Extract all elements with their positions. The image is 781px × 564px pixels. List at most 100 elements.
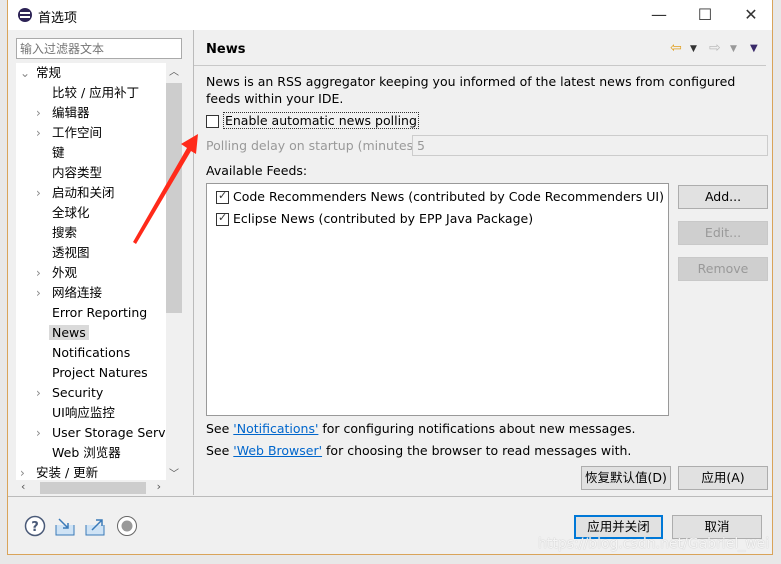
chevron-right-icon[interactable]: › <box>36 283 48 303</box>
tree-item[interactable]: › 编辑器 <box>36 103 90 123</box>
feed-item[interactable]: Code Recommenders News (contributed by C… <box>216 189 664 204</box>
tree-item[interactable]: 全球化 <box>52 203 90 223</box>
feed-label: Eclipse News (contributed by EPP Java Pa… <box>232 211 534 226</box>
tree-item-label: Error Reporting <box>52 305 148 320</box>
tree-item-label: 常规 <box>36 65 62 80</box>
preferences-dialog: 首选项 — ☐ ✕ ⌄ 常规比较 / 应用补丁 › 编辑器 › 工作空间键内容类型 › 启动和… <box>7 0 773 555</box>
tree-item[interactable]: Notifications <box>52 343 130 363</box>
tree-item[interactable]: Project Natures <box>52 363 148 383</box>
tree-item[interactable]: 搜索 <box>52 223 77 243</box>
remove-button[interactable]: Remove <box>678 257 768 281</box>
close-button[interactable]: ✕ <box>736 4 766 26</box>
tree-horizontal-scrollbar[interactable]: ‹ › <box>16 480 166 496</box>
chevron-right-icon[interactable]: › <box>36 123 48 143</box>
page-title: News <box>206 42 246 57</box>
scroll-up-icon[interactable]: ︿ <box>169 63 179 78</box>
back-icon[interactable]: ⇦ <box>670 40 682 56</box>
news-page: News ⇦ ▼ ⇨ ▼ ▼ News is an RSS aggregator… <box>194 30 774 495</box>
tree-item-label: Notifications <box>52 345 131 360</box>
tree-item[interactable]: › 安装 / 更新 <box>20 463 99 480</box>
scroll-right-icon[interactable]: › <box>157 480 161 493</box>
tree-item[interactable]: ⌄ 常规 <box>20 63 62 83</box>
tree-item[interactable]: › 外观 <box>36 263 78 283</box>
eclipse-icon <box>18 8 32 22</box>
tree-item-label: 外观 <box>52 265 78 280</box>
delay-label: Polling delay on startup (minutes): <box>206 138 423 153</box>
tree-item[interactable]: › 启动和关闭 <box>36 183 115 203</box>
add-button[interactable]: Add... <box>678 185 768 209</box>
tree-item-label: UI响应监控 <box>52 405 115 420</box>
tree-item-label: 网络连接 <box>52 285 103 300</box>
restore-defaults-button[interactable]: 恢复默认值(D) <box>581 466 671 490</box>
scroll-down-icon[interactable]: ﹀ <box>169 465 179 480</box>
tree-item-label: Project Natures <box>52 365 148 380</box>
chevron-right-icon[interactable]: › <box>36 383 48 403</box>
feed-item[interactable]: Eclipse News (contributed by EPP Java Pa… <box>216 211 533 226</box>
tree-item-label: Security <box>52 385 104 400</box>
title-bar: 首选项 — ☐ ✕ <box>8 0 772 30</box>
tree-item[interactable]: 比较 / 应用补丁 <box>52 83 139 103</box>
edit-button[interactable]: Edit... <box>678 221 768 245</box>
chevron-right-icon[interactable]: › <box>36 263 48 283</box>
annotation-arrow <box>133 134 198 244</box>
tree-item[interactable]: › User Storage Servic <box>36 423 166 443</box>
tree-item[interactable]: › 网络连接 <box>36 283 103 303</box>
scroll-thumb[interactable] <box>40 482 146 494</box>
chevron-down-icon[interactable]: ⌄ <box>20 63 32 83</box>
maximize-button[interactable]: ☐ <box>690 4 720 26</box>
minimize-button[interactable]: — <box>644 4 674 26</box>
web-browser-link[interactable]: 'Web Browser' <box>233 443 322 458</box>
chevron-right-icon[interactable]: › <box>36 183 48 203</box>
chevron-right-icon[interactable]: › <box>36 423 48 443</box>
notifications-hint: See 'Notifications' for configuring noti… <box>206 421 636 436</box>
tree-item-label: 键 <box>52 145 65 160</box>
tree-item[interactable]: 键 <box>52 143 65 163</box>
view-menu-icon[interactable]: ▼ <box>750 43 758 54</box>
tree-item[interactable]: UI响应监控 <box>52 403 115 423</box>
tree-item-label: 工作空间 <box>52 125 103 140</box>
tree-item[interactable]: Web 浏览器 <box>52 443 121 463</box>
tree-item[interactable]: News <box>49 323 89 343</box>
filter-input[interactable] <box>16 38 182 59</box>
back-menu-icon[interactable]: ▼ <box>690 44 697 54</box>
feeds-list: Code Recommenders News (contributed by C… <box>206 183 669 416</box>
feed-label: Code Recommenders News (contributed by C… <box>232 189 664 204</box>
scroll-left-icon[interactable]: ‹ <box>21 480 25 493</box>
tree-item-label: 安装 / 更新 <box>36 465 99 480</box>
delay-input[interactable]: 5 <box>412 135 768 156</box>
feeds-label: Available Feeds: <box>206 163 308 178</box>
window-title: 首选项 <box>38 11 78 26</box>
tree-item-label: Web 浏览器 <box>52 445 121 460</box>
tree-item[interactable]: 内容类型 <box>52 163 102 183</box>
apply-button[interactable]: 应用(A) <box>678 466 768 490</box>
tree-vertical-scrollbar[interactable]: ︿ ﹀ <box>166 63 182 480</box>
chevron-right-icon[interactable]: › <box>36 103 48 123</box>
tree-item[interactable]: › 工作空间 <box>36 123 103 143</box>
polling-label: Enable automatic news polling <box>222 112 419 129</box>
notifications-link[interactable]: 'Notifications' <box>233 421 318 436</box>
tree-item-label: 编辑器 <box>52 105 90 120</box>
checkbox[interactable] <box>216 211 229 226</box>
forward-icon[interactable]: ⇨ <box>709 40 721 56</box>
tree-item-label: News <box>49 325 89 340</box>
record-icon[interactable] <box>116 515 138 537</box>
tree-item-label: 内容类型 <box>52 165 103 180</box>
export-icon[interactable] <box>84 515 106 537</box>
browser-hint: See 'Web Browser' for choosing the brows… <box>206 443 632 458</box>
tree-item-label: 全球化 <box>52 205 90 220</box>
forward-menu-icon[interactable]: ▼ <box>730 44 737 54</box>
tree-item-label: 搜索 <box>52 225 78 240</box>
help-icon[interactable]: ? <box>24 515 46 537</box>
tree-item[interactable]: Error Reporting <box>52 303 147 323</box>
tree-item-label: 比较 / 应用补丁 <box>52 85 140 100</box>
tree-item-label: 启动和关闭 <box>52 185 115 200</box>
polling-checkbox[interactable]: Enable automatic news polling <box>206 112 419 129</box>
tree-item-label: 透视图 <box>52 245 90 260</box>
import-icon[interactable] <box>54 515 76 537</box>
checkbox[interactable] <box>206 115 219 128</box>
preferences-tree: ⌄ 常规比较 / 应用补丁 › 编辑器 › 工作空间键内容类型 › 启动和关闭全球化搜索透视图… <box>16 63 166 480</box>
tree-item[interactable]: › Security <box>36 383 104 403</box>
tree-item[interactable]: 透视图 <box>52 243 90 263</box>
checkbox[interactable] <box>216 189 229 204</box>
chevron-right-icon[interactable]: › <box>20 463 32 480</box>
